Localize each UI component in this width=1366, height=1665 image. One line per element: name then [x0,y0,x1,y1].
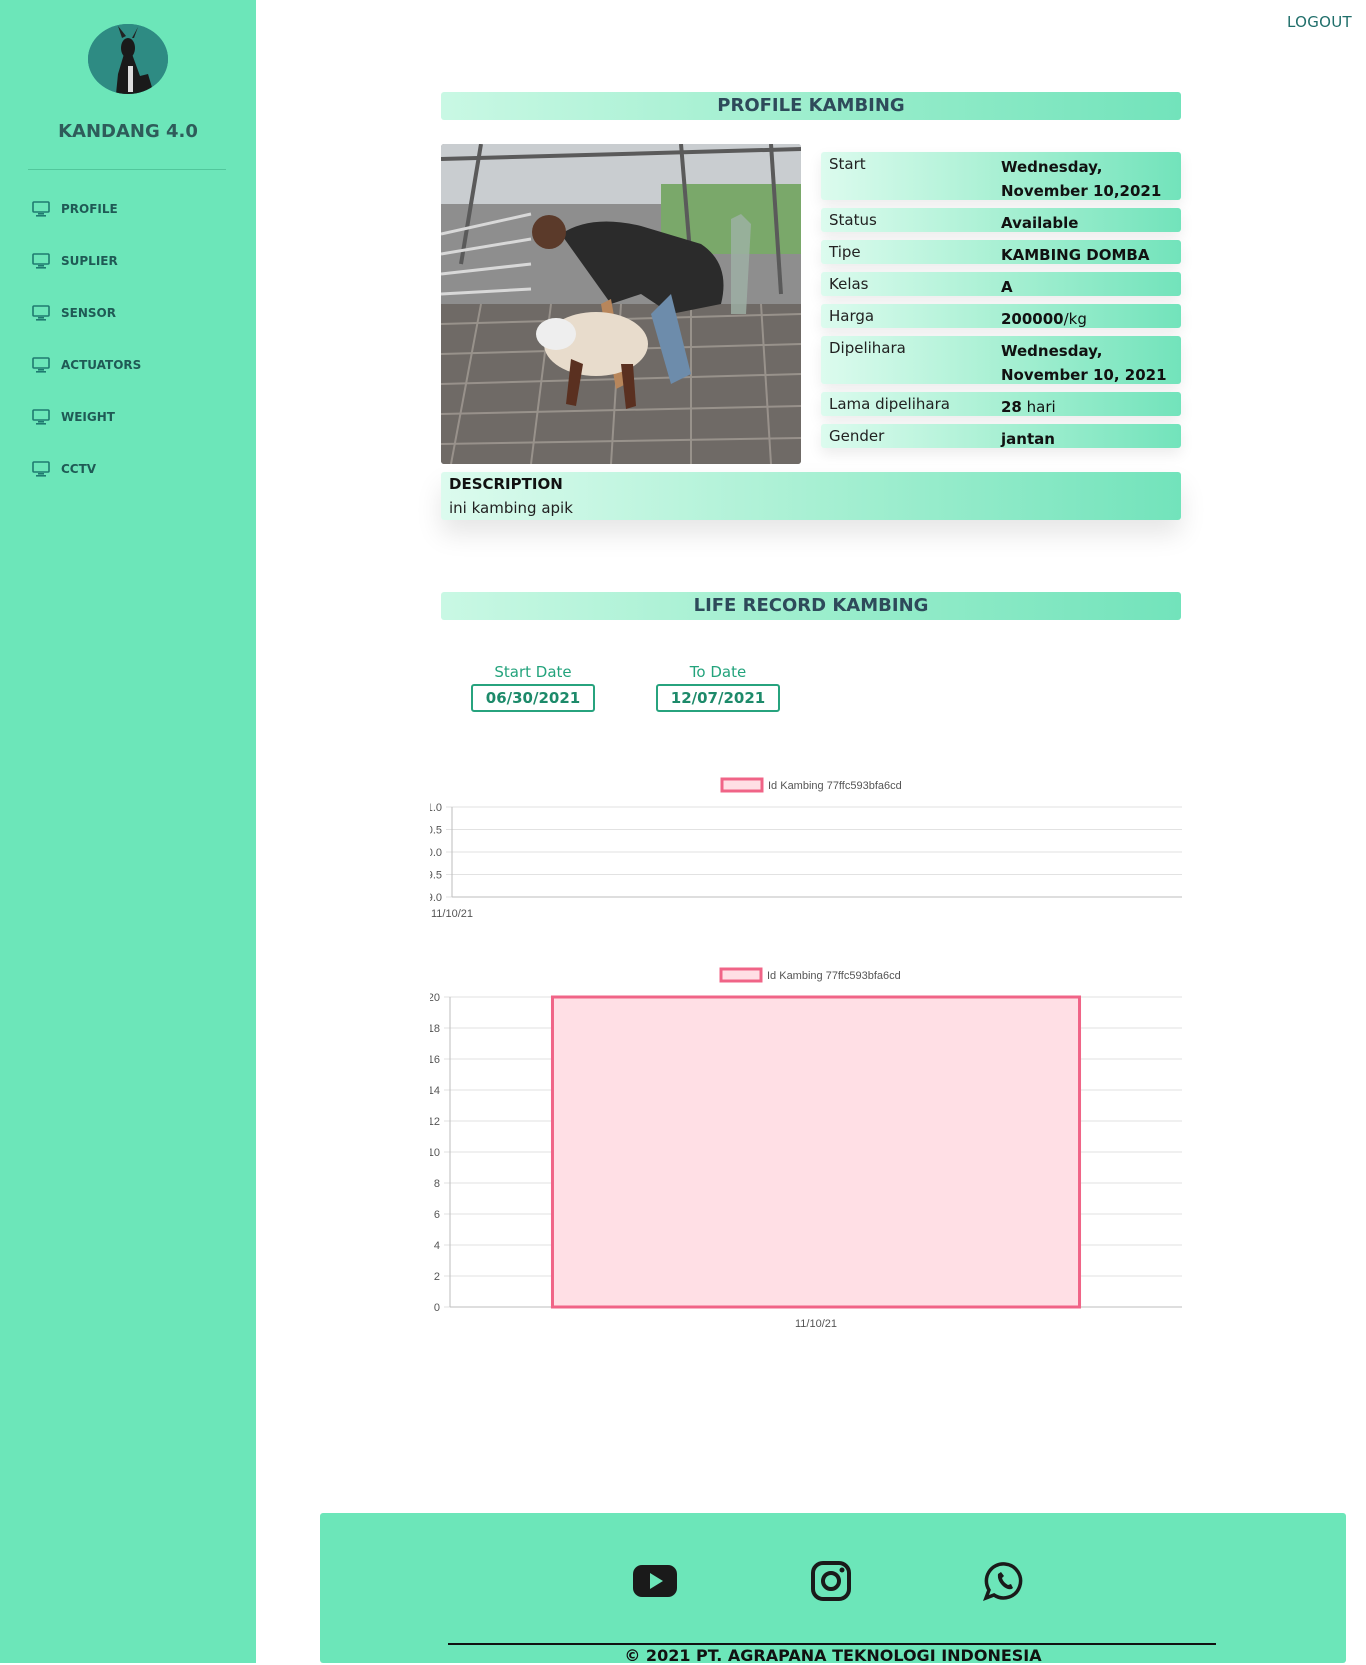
footer-divider [448,1643,1216,1645]
field-key: Start [829,155,866,173]
field-row-tipe: Tipe KAMBING DOMBA [821,240,1181,264]
sidebar-item-label: SUPLIER [61,254,118,268]
y-tick-label: 8 [434,1178,440,1190]
field-value: jantan [1001,430,1055,448]
instagram-icon[interactable] [808,1561,854,1601]
y-tick-label: 14 [430,1085,440,1097]
description-text: ini kambing apik [449,499,573,517]
field-value: A [1001,278,1013,296]
bar [550,995,1082,1309]
goat-photo [441,144,801,464]
legend-swatch [719,967,763,983]
sidebar-item-label: CCTV [61,462,97,476]
logout-link[interactable]: LOGOUT [1287,13,1352,31]
monitor-icon [32,305,50,321]
y-tick-label: 0 [434,1302,440,1314]
profile-title: PROFILE KAMBING [441,92,1181,120]
field-row-lama-dipelihara: Lama dipelihara 28 hari [821,392,1181,416]
sidebar-item-weight[interactable]: WEIGHT [32,407,115,427]
field-row-start: Start Wednesday, November 10,2021 [821,152,1181,200]
footer: © 2021 PT. AGRAPANA TEKNOLOGI INDONESIA [320,1513,1346,1665]
legend-swatch [720,777,764,793]
y-tick-label: 20 [430,992,440,1004]
field-value: Available [1001,214,1079,232]
whatsapp-icon[interactable] [982,1561,1028,1601]
y-tick-label: 20.5 [430,825,442,837]
monitor-icon [32,357,50,373]
sidebar-item-cctv[interactable]: CCTV [32,459,96,479]
field-value: Wednesday, November 10,2021 [1001,158,1162,200]
field-row-gender: Gender jantan [821,424,1181,448]
y-tick-label: 19.0 [430,892,442,904]
weight-bar-chart: Id Kambing 77ffc593bfa6cd201816141210864… [430,967,1182,1330]
field-key: Kelas [829,275,869,293]
monitor-icon [32,201,50,217]
monitor-icon [32,253,50,269]
to-date-label: To Date [689,663,747,681]
field-value: Wednesday, November 10, 2021 [1001,342,1167,384]
monitor-icon [32,409,50,425]
copyright-text: © 2021 PT. AGRAPANA TEKNOLOGI INDONESIA [624,1646,1042,1665]
field-key: Dipelihara [829,339,906,357]
field-row-dipelihara: Dipelihara Wednesday, November 10, 2021 [821,336,1181,384]
youtube-icon[interactable] [632,1561,678,1601]
field-row-kelas: Kelas A [821,272,1181,296]
x-tick-label: 11/10/21 [795,1318,837,1330]
field-key: Lama dipelihara [829,395,950,413]
y-tick-label: 12 [430,1116,440,1128]
field-key: Gender [829,427,885,445]
field-key: Status [829,211,877,229]
y-tick-label: 2 [434,1271,440,1283]
y-tick-label: 16 [430,1054,440,1066]
description-title: DESCRIPTION [449,475,563,493]
sidebar-item-label: WEIGHT [61,410,115,424]
sidebar-item-label: SENSOR [61,306,116,320]
y-tick-label: 4 [434,1240,440,1252]
field-value: 200000/kg [1001,310,1087,328]
x-tick-label: 11/10/21 [431,908,473,920]
legend-label: Id Kambing 77ffc593bfa6cd [767,970,901,982]
legend-label: Id Kambing 77ffc593bfa6cd [768,780,902,792]
y-tick-label: 10 [430,1147,440,1159]
field-value: 28 hari [1001,398,1056,416]
start-date-input[interactable]: 06/30/2021 [471,684,595,712]
monitor-icon [32,461,50,477]
sidebar: KANDANG 4.0 PROFILE SUPLIER SENSOR ACTUA… [0,0,256,1663]
y-tick-label: 21.0 [430,802,442,814]
to-date-input[interactable]: 12/07/2021 [656,684,780,712]
field-key: Harga [829,307,875,325]
description-box: DESCRIPTION ini kambing apik [441,472,1181,520]
weight-line-chart: Id Kambing 77ffc593bfa6cd 21.0 20.5 20.0 19.… [430,777,1182,920]
y-tick-label: 19.5 [430,870,442,882]
sidebar-item-profile[interactable]: PROFILE [32,199,118,219]
field-key: Tipe [829,243,861,261]
y-tick-label: 20.0 [430,847,442,859]
y-tick-label: 18 [430,1023,440,1035]
sidebar-divider [28,169,226,170]
sidebar-item-label: PROFILE [61,202,118,216]
sidebar-item-label: ACTUATORS [61,358,142,372]
start-date-label: Start Date [494,663,572,681]
goat-logo [88,24,168,94]
field-value: KAMBING DOMBA [1001,246,1150,264]
field-row-status: Status Available [821,208,1181,232]
life-record-title: LIFE RECORD KAMBING [441,592,1181,620]
field-row-harga: Harga 200000/kg [821,304,1181,328]
brand-title: KANDANG 4.0 [58,121,198,142]
sidebar-item-actuators[interactable]: ACTUATORS [32,355,141,375]
y-tick-label: 6 [434,1209,440,1221]
sidebar-item-suplier[interactable]: SUPLIER [32,251,118,271]
sidebar-item-sensor[interactable]: SENSOR [32,303,116,323]
